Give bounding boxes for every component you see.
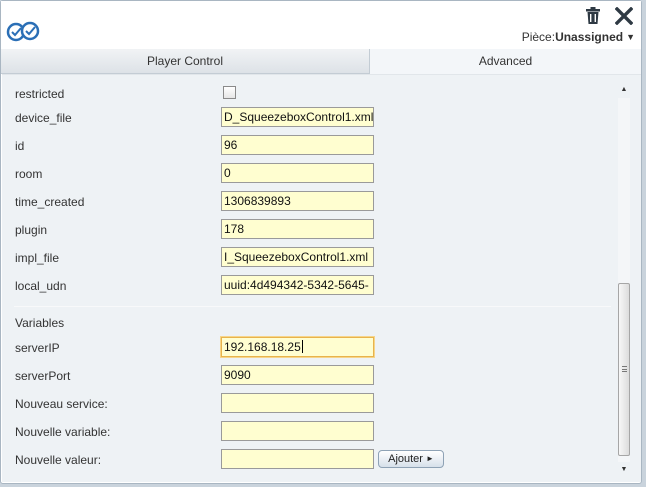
new-service-row: Nouveau service: [2, 393, 612, 417]
attribute-label: room [15, 167, 43, 181]
room-value: Unassigned [555, 30, 624, 44]
room-label: Pièce: [521, 30, 556, 44]
attribute-label: restricted [15, 87, 65, 101]
dropdown-arrow-icon: ▼ [626, 32, 635, 42]
new-service-label: Nouveau service: [15, 397, 108, 411]
attribute-label: plugin [15, 223, 48, 237]
tab-advanced[interactable]: Advanced [370, 49, 641, 74]
variable-row-serverport: serverPort 9090 [2, 365, 612, 389]
scroll-thumb[interactable] [618, 283, 630, 456]
device-file-field[interactable]: D_SqueezeboxControl1.xml [221, 107, 374, 127]
scroll-up-arrow-icon[interactable]: ▲ [616, 83, 632, 97]
local-udn-field[interactable]: uuid:4d494342-5342-5645- [221, 275, 374, 295]
section-divider [14, 306, 611, 307]
attribute-row-impl-file: impl_file I_SqueezeboxControl1.xml [2, 247, 612, 271]
scroll-down-arrow-icon[interactable]: ▼ [616, 463, 632, 477]
attribute-row-time-created: time_created 1306839893 [2, 191, 612, 215]
chevron-right-icon: ► [425, 454, 434, 463]
attribute-row-device-file: device_file D_SqueezeboxControl1.xml [2, 107, 612, 131]
trash-icon[interactable] [585, 7, 601, 25]
plugin-field[interactable]: 178 [221, 219, 374, 239]
variable-label: serverIP [15, 341, 60, 355]
variable-row-serverip: serverIP 192.168.18.25 [2, 337, 612, 361]
add-button-label: Ajouter [388, 453, 423, 465]
vertical-scrollbar[interactable]: ▲ ▼ [616, 83, 632, 477]
new-variable-row: Nouvelle variable: [2, 421, 612, 445]
variable-label: serverPort [15, 369, 71, 383]
attribute-label: id [15, 139, 25, 153]
new-value-input[interactable] [221, 449, 374, 469]
room-field[interactable]: 0 [221, 163, 374, 183]
attribute-row-room: room 0 [2, 163, 612, 187]
serverport-field[interactable]: 9090 [221, 365, 374, 385]
attribute-label: time_created [15, 195, 85, 209]
attribute-row-plugin: plugin 178 [2, 219, 612, 243]
attribute-label: device_file [15, 111, 72, 125]
close-icon[interactable] [615, 7, 633, 25]
attribute-label: impl_file [15, 251, 60, 265]
new-variable-input[interactable] [221, 421, 374, 441]
serverip-field[interactable]: 192.168.18.25 [221, 337, 374, 357]
variables-heading: Variables [15, 316, 65, 330]
grip-icon [622, 366, 627, 372]
new-variable-label: Nouvelle variable: [15, 425, 111, 439]
id-field[interactable]: 96 [221, 135, 374, 155]
add-button[interactable]: Ajouter ► [378, 450, 444, 468]
vera-logo-icon [6, 21, 40, 42]
attribute-label: local_udn [15, 279, 67, 293]
text-cursor [301, 340, 303, 353]
advanced-panel: restricted device_file D_SqueezeboxContr… [2, 74, 641, 482]
new-service-input[interactable] [221, 393, 374, 413]
room-select[interactable]: Pièce:Unassigned ▼ [522, 30, 635, 44]
new-value-label: Nouvelle valeur: [15, 453, 102, 467]
attribute-row-local-udn: local_udn uuid:4d494342-5342-5645- [2, 275, 612, 299]
new-value-row: Nouvelle valeur: [2, 449, 612, 473]
dialog-header: Pièce:Unassigned ▼ [1, 1, 641, 49]
time-created-field[interactable]: 1306839893 [221, 191, 374, 211]
impl-file-field[interactable]: I_SqueezeboxControl1.xml [221, 247, 374, 267]
serverip-value: 192.168.18.25 [224, 340, 301, 354]
tab-bar: Player Control Advanced [1, 49, 641, 74]
device-dialog: Pièce:Unassigned ▼ Player Control Advance… [0, 0, 642, 484]
tab-player-control[interactable]: Player Control [1, 49, 370, 74]
restricted-checkbox[interactable] [223, 86, 236, 99]
attribute-row-restricted: restricted [2, 83, 612, 107]
attribute-row-id: id 96 [2, 135, 612, 159]
